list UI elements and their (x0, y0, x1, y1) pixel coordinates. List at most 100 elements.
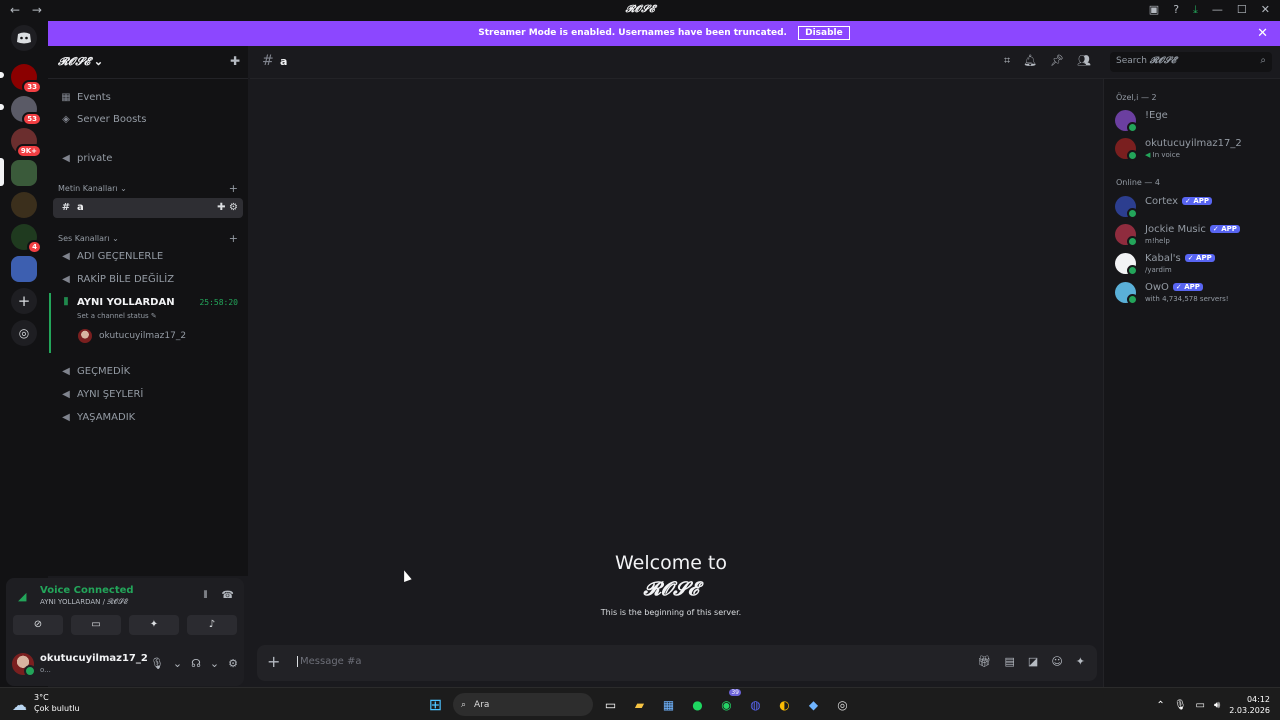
clock[interactable]: 04:12 2.03.2026 (1229, 694, 1270, 716)
member-item[interactable]: Jockie Music ✓ APP m!help (1115, 222, 1275, 248)
invite-icon[interactable]: ✚ (230, 54, 240, 68)
voice-location[interactable]: AYNI YOLLARDAN / 𝓡𝓞𝓢𝓔 (40, 598, 128, 607)
app-icon[interactable]: ◆ (802, 693, 825, 716)
mention-badge: 9K+ (15, 144, 42, 158)
member-item[interactable]: okutucuyilmaz17_2 ◀ In voice (1115, 136, 1275, 162)
server-avatar[interactable]: 53 (11, 96, 42, 126)
emoji-icon[interactable]: ☺ (1051, 655, 1062, 668)
microphone-icon[interactable]: 🎙︎ (1174, 700, 1187, 711)
maximize-icon[interactable]: ☐ (1237, 3, 1247, 17)
disconnect-icon[interactable]: ☎ (222, 590, 234, 601)
member-list: Özel,i — 2 !Ege okutucuyilmaz17_2 ◀ In v… (1103, 79, 1280, 687)
chevron-up-icon[interactable]: ⌃ (1156, 700, 1164, 711)
mention-badge: 53 (22, 112, 42, 126)
voice-channel[interactable]: ◀ GEÇMEDİK (53, 362, 243, 382)
member-item[interactable]: Cortex ✓ APP (1115, 194, 1275, 220)
channel-a[interactable]: # a ✚ ⚙ (53, 198, 243, 218)
headphones-icon[interactable]: ☊ (191, 657, 201, 670)
task-view-icon[interactable]: ▭ (599, 693, 622, 716)
app-badge: ✓ APP (1172, 283, 1203, 291)
display-icon[interactable]: ▭ (1196, 700, 1205, 711)
whatsapp-icon[interactable]: ◉ 39 (715, 689, 741, 716)
home-discord-icon[interactable] (11, 25, 37, 51)
add-channel-icon[interactable]: + (229, 232, 238, 245)
activities-icon[interactable]: ✦ (129, 615, 179, 635)
voice-channel[interactable]: ◀ YAŞAMADIK (53, 408, 243, 428)
channel-status-hint[interactable]: Set a channel status ✎ (77, 312, 157, 320)
apps-icon[interactable]: ✦ (1076, 655, 1085, 668)
add-channel-icon[interactable]: + (229, 182, 238, 195)
microphone-icon[interactable]: 🎙︎ (150, 657, 164, 670)
member-item[interactable]: OwO ✓ APP with 4,734,578 servers! (1115, 280, 1275, 306)
category-text-channels[interactable]: Metin Kanalları ⌄ + (58, 182, 240, 195)
gif-icon[interactable]: ▤ (1005, 655, 1015, 668)
gear-icon[interactable]: ⚙ (229, 202, 238, 213)
steam-icon[interactable]: ◎ (831, 693, 854, 716)
bell-icon[interactable]: 🔔︎ (1023, 54, 1037, 68)
server-header[interactable]: 𝓡𝓞𝓢𝓔 ⌄ ✚ (48, 46, 248, 79)
add-server-icon[interactable]: + (11, 288, 37, 314)
chevron-down-icon[interactable]: ⌄ (173, 657, 182, 670)
disable-button[interactable]: Disable (798, 26, 850, 40)
spotify-icon[interactable]: ● (686, 693, 709, 716)
attach-icon[interactable]: + (267, 652, 280, 671)
chrome-icon[interactable]: ◐ (773, 693, 796, 716)
username[interactable]: okutucuyilmaz17_2 (40, 653, 148, 664)
search-input[interactable]: Search 𝓡𝓞𝓢𝓔 ⌕ (1110, 52, 1272, 72)
nav-events[interactable]: ▦ Events (53, 88, 243, 108)
voice-channel-live[interactable]: ⫴ AYNI YOLLARDAN 25:58:20 (53, 293, 243, 313)
app-badge: ✓ APP (1209, 225, 1240, 233)
notification-badge: 39 (729, 689, 741, 696)
help-icon[interactable]: ? (1173, 3, 1179, 17)
signal-icon[interactable]: ◢ (18, 590, 26, 603)
server-avatar[interactable]: 33 (11, 64, 42, 94)
close-icon[interactable]: ✕ (1257, 21, 1268, 46)
download-icon[interactable]: ⤓ (1193, 3, 1198, 17)
invite-icon[interactable]: ✚ (217, 202, 225, 213)
threads-icon[interactable]: ⌗ (1004, 54, 1010, 68)
screen-share-icon[interactable]: ▭ (71, 615, 121, 635)
soundboard-icon[interactable]: ♪ (187, 615, 237, 635)
channel-private[interactable]: ◀ private (53, 149, 243, 169)
chevron-down-icon: ⌄ (93, 55, 104, 68)
chevron-down-icon[interactable]: ⌄ (210, 657, 219, 670)
members-icon[interactable]: 👥︎ (1077, 54, 1091, 68)
category-voice-channels[interactable]: Ses Kanalları ⌄ + (58, 232, 240, 245)
voice-channel[interactable]: ◀ RAKİP BİLE DEĞİLİZ (53, 270, 243, 290)
noise-suppression-icon[interactable]: ⫴ (203, 590, 207, 601)
volume-icon[interactable]: 🔊︎ (1214, 700, 1220, 711)
file-explorer-icon[interactable]: ▰ (628, 693, 651, 716)
member-item[interactable]: Kabal's ✓ APP /yardim (1115, 251, 1275, 277)
member-item[interactable]: !Ege (1115, 108, 1275, 134)
voice-channel[interactable]: ◀ ADI GEÇENLERLE (53, 247, 243, 267)
voice-channel[interactable]: ◀ AYNI ŞEYLERİ (53, 385, 243, 405)
inbox-icon[interactable]: ▣ (1149, 3, 1159, 17)
nav-server-boosts[interactable]: ◈ Server Boosts (53, 110, 243, 130)
camera-off-icon[interactable]: ⊘ (13, 615, 63, 635)
server-avatar[interactable] (11, 192, 37, 218)
sticker-icon[interactable]: ◪ (1028, 655, 1038, 668)
message-composer[interactable]: + Message #a 🎁︎ ▤ ◪ ☺ ✦ (257, 645, 1097, 681)
hash-icon: # (61, 202, 71, 213)
server-avatar[interactable] (11, 256, 37, 282)
avatar (1115, 110, 1138, 133)
server-avatar[interactable]: 4 (11, 224, 42, 254)
pin-icon[interactable]: 📌︎ (1050, 54, 1064, 68)
gear-icon[interactable]: ⚙ (228, 657, 238, 670)
voice-buttons: ⊘ ▭ ✦ ♪ (13, 615, 237, 635)
voice-connected-label[interactable]: Voice Connected (40, 585, 134, 596)
taskbar-search[interactable]: ⌕ Ara (453, 693, 593, 716)
windows-start-icon[interactable]: ⊞ (424, 693, 447, 716)
server-avatar[interactable]: 9K+ (11, 128, 42, 158)
close-window-icon[interactable]: ✕ (1261, 3, 1270, 17)
gift-icon[interactable]: 🎁︎ (978, 655, 992, 668)
store-icon[interactable]: ▦ (657, 693, 680, 716)
discover-icon[interactable]: ◎ (11, 320, 37, 346)
server-avatar-rose[interactable] (11, 160, 37, 186)
minimize-icon[interactable]: — (1212, 3, 1223, 17)
message-input[interactable]: Message #a (297, 656, 362, 667)
discord-icon[interactable]: ◍ (744, 693, 767, 716)
avatar[interactable] (12, 653, 36, 677)
channel-sidebar: 𝓡𝓞𝓢𝓔 ⌄ ✚ ▦ Events ◈ Server Boosts ◀ private… (48, 46, 248, 576)
voice-user[interactable]: okutucuyilmaz17_2 (78, 329, 186, 343)
